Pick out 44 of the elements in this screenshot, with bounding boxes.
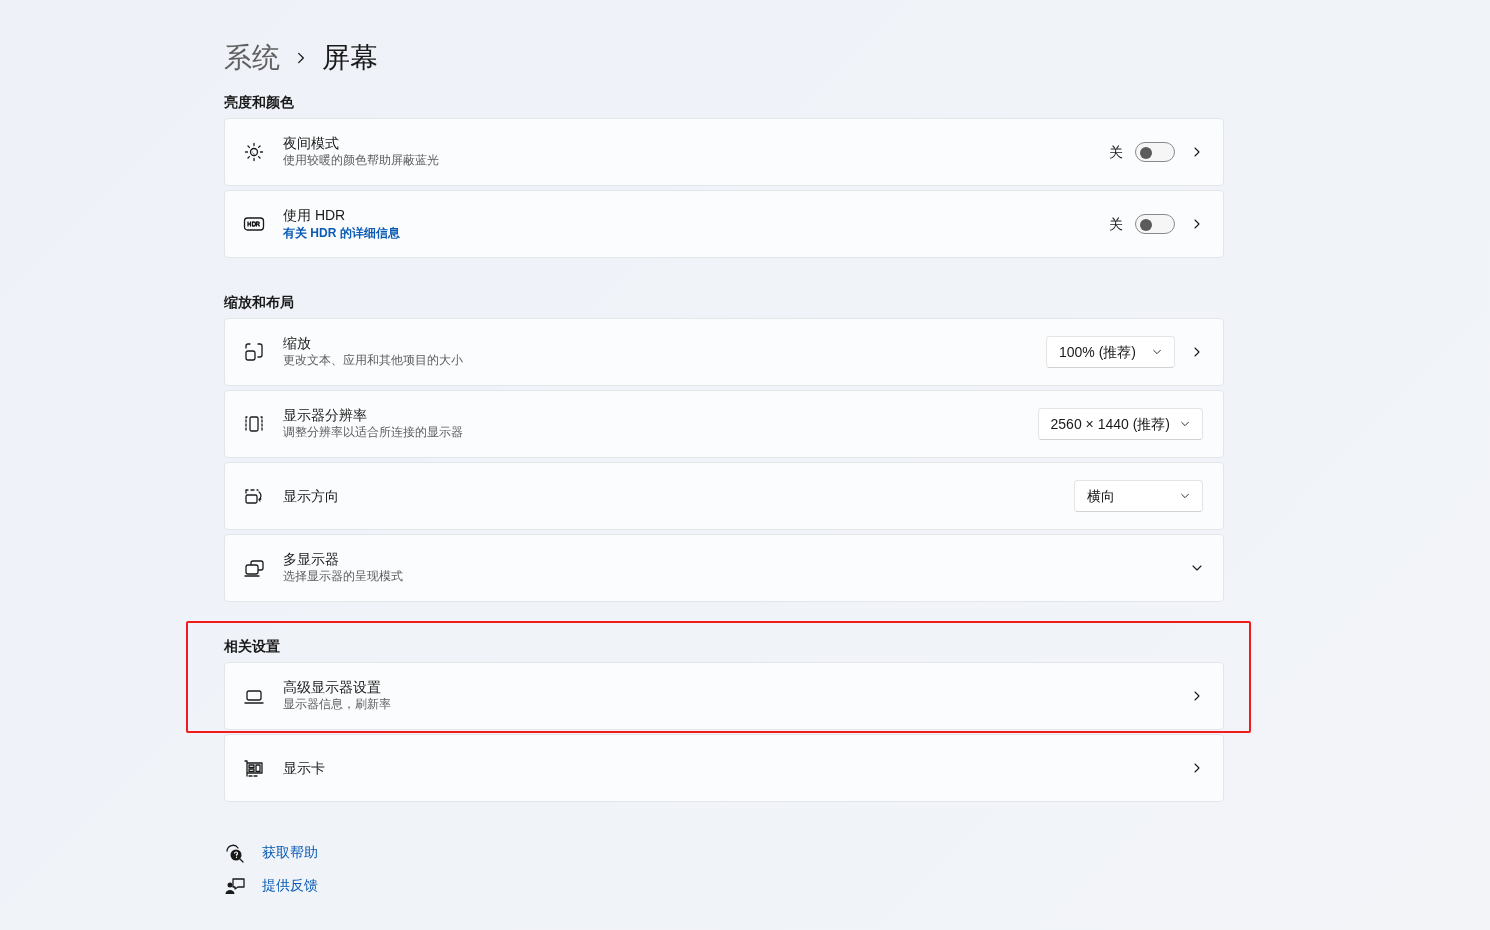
- setting-title: 高级显示器设置: [283, 679, 382, 696]
- toggle-switch[interactable]: [1135, 142, 1175, 162]
- setting-card[interactable]: 使用 HDR 有关 HDR 的详细信息 关: [224, 190, 1224, 258]
- graphics-card-icon: [243, 757, 265, 779]
- setting-description: 更改文本、应用和其他项目的大小: [283, 352, 464, 369]
- setting-title: 使用 HDR: [283, 206, 347, 224]
- setting-card[interactable]: 显示方向 横向: [224, 462, 1224, 530]
- setting-title: 显示器分辨率: [283, 407, 368, 424]
- toggle-switch[interactable]: [1135, 214, 1175, 234]
- dropdown[interactable]: 横向: [1074, 480, 1203, 512]
- help-link[interactable]: 获取帮助: [262, 842, 318, 863]
- section-heading: 亮度和颜色: [224, 93, 295, 112]
- setting-title: 多显示器: [283, 551, 340, 568]
- feedback-link[interactable]: 提供反馈: [262, 875, 318, 896]
- dropdown[interactable]: 2560 × 1440 (推荐): [1037, 408, 1203, 440]
- setting-description: 选择显示器的呈现模式: [283, 568, 404, 585]
- section-heading: 相关设置: [224, 637, 281, 656]
- setting-title: 缩放: [283, 335, 312, 352]
- caret-icon: [1180, 419, 1190, 429]
- info-link[interactable]: 有关 HDR 的详细信息: [283, 225, 400, 240]
- setting-description: 调整分辨率以适合所连接的显示器: [283, 424, 464, 441]
- toggle-state-label: 关: [1109, 142, 1123, 162]
- setting-title: 显示卡: [283, 759, 326, 777]
- caret-icon: [1152, 347, 1162, 357]
- setting-card[interactable]: 夜间模式 使用较暖的颜色帮助屏蔽蓝光 关: [224, 118, 1224, 186]
- setting-title: 显示方向: [283, 487, 340, 505]
- page-title: 屏幕: [322, 41, 378, 75]
- setting-card[interactable]: 多显示器 选择显示器的呈现模式: [224, 534, 1224, 602]
- sun-icon: [243, 141, 265, 163]
- setting-card[interactable]: 显示器分辨率 调整分辨率以适合所连接的显示器 2560 × 1440 (推荐): [224, 390, 1224, 458]
- toggle-state-label: 关: [1109, 214, 1123, 234]
- setting-description: 使用较暖的颜色帮助屏蔽蓝光: [283, 152, 440, 169]
- setting-title: 夜间模式: [283, 135, 340, 152]
- dropdown[interactable]: 100% (推荐): [1046, 336, 1175, 368]
- setting-card[interactable]: 高级显示器设置 显示器信息，刷新率: [224, 662, 1224, 730]
- multiple-monitors-icon: [243, 557, 265, 579]
- resolution-icon: [243, 413, 265, 435]
- setting-card[interactable]: 缩放 更改文本、应用和其他项目的大小 100% (推荐): [224, 318, 1224, 386]
- setting-description: 显示器信息，刷新率: [283, 696, 392, 713]
- breadcrumb-link[interactable]: 系统: [224, 38, 280, 78]
- section-heading: 缩放和布局: [224, 293, 295, 312]
- scale-icon: [243, 341, 265, 363]
- caret-icon: [1180, 491, 1190, 501]
- setting-card[interactable]: 显示卡: [224, 734, 1224, 802]
